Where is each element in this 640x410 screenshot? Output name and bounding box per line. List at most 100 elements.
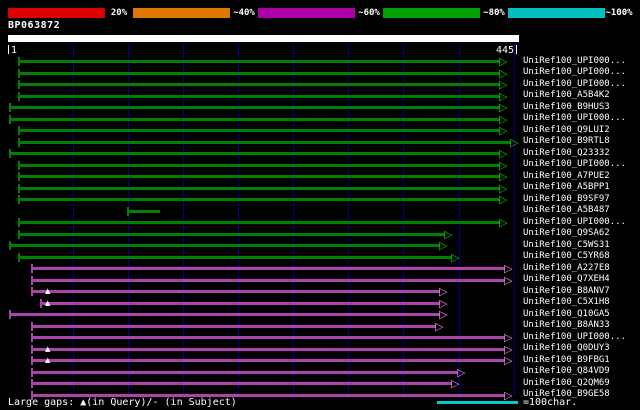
colorbar-label: ~100% bbox=[605, 8, 633, 18]
alignment-bar[interactable] bbox=[31, 347, 505, 351]
alignment-bar[interactable] bbox=[9, 313, 440, 316]
alignment-end-arrow-icon: ▷ bbox=[504, 273, 513, 287]
alignment-bar[interactable] bbox=[40, 301, 440, 305]
scale-legend-label: =100char. bbox=[523, 397, 578, 408]
colorbar-label: ~40% bbox=[233, 8, 255, 18]
subject-label: UniRef100_C5YR68 bbox=[523, 251, 610, 261]
alignment-bar[interactable] bbox=[31, 324, 436, 328]
query-name: BP063872 bbox=[8, 20, 61, 31]
subject-label: UniRef100_Q0DUY3 bbox=[523, 343, 610, 353]
alignment-end-arrow-icon: ▷ bbox=[499, 181, 508, 195]
subject-label: UniRef100_Q23332 bbox=[523, 147, 610, 158]
alignment-bar[interactable] bbox=[18, 140, 511, 144]
alignment-end-arrow-icon: ▷ bbox=[499, 55, 508, 68]
subject-label: UniRef100_UPI000... bbox=[523, 216, 626, 227]
alignment-end-arrow-icon: ▷ bbox=[435, 319, 444, 333]
alignment-end-arrow-icon: ▷ bbox=[439, 308, 448, 321]
subject-label: UniRef100_B8ANV7 bbox=[523, 285, 610, 296]
alignment-bar[interactable] bbox=[9, 152, 500, 155]
alignment-end-arrow-icon: ▷ bbox=[504, 354, 513, 367]
alignment-bar[interactable] bbox=[18, 83, 500, 86]
alignment-bar[interactable] bbox=[18, 175, 500, 178]
alignment-bar[interactable] bbox=[31, 278, 505, 282]
alignment-bar[interactable] bbox=[31, 382, 452, 385]
alignment-bar[interactable] bbox=[9, 106, 500, 109]
scale-bar-icon bbox=[437, 401, 518, 404]
colorbar-label: ~80% bbox=[483, 8, 505, 18]
coord-start: 1 bbox=[11, 45, 18, 56]
alignment-end-arrow-icon: ▷ bbox=[499, 193, 508, 206]
alignment-end-arrow-icon: ▷ bbox=[504, 388, 513, 402]
alignment-end-arrow-icon: ▷ bbox=[499, 216, 508, 229]
colorbar-label: ~60% bbox=[358, 8, 380, 18]
subject-label: UniRef100_A5B4K2 bbox=[523, 90, 610, 100]
coord-end-tick bbox=[516, 45, 517, 54]
alignment-end-arrow-icon: ▷ bbox=[510, 135, 519, 149]
alignment-end-arrow-icon: ▷ bbox=[451, 377, 460, 390]
alignment-bar[interactable] bbox=[18, 163, 500, 167]
colorbar-segment bbox=[258, 8, 355, 18]
alignment-end-arrow-icon: ▷ bbox=[499, 78, 508, 91]
colorbar-label: 20% bbox=[110, 8, 128, 18]
gap-marker-icon: ▲ bbox=[45, 356, 51, 364]
alignment-bar[interactable] bbox=[31, 290, 440, 293]
alignment-bar[interactable] bbox=[18, 129, 500, 132]
subject-label: UniRef100_A7PUE2 bbox=[523, 170, 610, 181]
colorbar-segment bbox=[133, 8, 230, 18]
alignment-bar[interactable] bbox=[18, 186, 500, 190]
gap-marker-icon: ▲ bbox=[45, 287, 51, 295]
alignment-end-arrow-icon: ▷ bbox=[439, 239, 448, 252]
subject-label: UniRef100_UPI000... bbox=[523, 331, 626, 342]
alignment-bar[interactable] bbox=[18, 255, 452, 259]
large-gaps-legend: Large gaps: ▲(in Query)/- (in Subject) bbox=[8, 397, 237, 408]
subject-label: UniRef100_UPI000... bbox=[523, 159, 626, 169]
blast-alignment-overview: 20% ~40% ~60% ~80% ~100% BP063872 1 445 ▷ Uni… bbox=[0, 0, 640, 410]
alignment-end-arrow-icon: ▷ bbox=[504, 342, 513, 356]
alignment-end-arrow-icon: ▷ bbox=[504, 262, 513, 275]
alignment-end-arrow-icon: ▷ bbox=[499, 124, 508, 137]
gap-marker-icon: ▲ bbox=[45, 344, 51, 353]
subject-label: UniRef100_Q2QM69 bbox=[523, 377, 610, 388]
gap-marker-icon: ▲ bbox=[45, 298, 51, 307]
subject-label: UniRef100_B9HUS3 bbox=[523, 101, 610, 112]
alignment-bar[interactable] bbox=[127, 209, 160, 213]
subject-label: UniRef100_B9FBG1 bbox=[523, 354, 610, 365]
subject-label: UniRef100_C5WS31 bbox=[523, 239, 610, 250]
alignment-bar[interactable] bbox=[18, 221, 500, 224]
alignment-bar[interactable] bbox=[18, 60, 500, 63]
subject-label: UniRef100_Q9SA62 bbox=[523, 228, 610, 238]
alignment-end-arrow-icon: ▷ bbox=[499, 101, 508, 114]
subject-label: UniRef100_UPI000... bbox=[523, 78, 626, 89]
alignment-bar[interactable] bbox=[18, 198, 500, 201]
alignment-end-arrow-icon: ▷ bbox=[444, 227, 453, 241]
subject-label: UniRef100_Q9LUI2 bbox=[523, 124, 610, 135]
alignment-bar[interactable] bbox=[31, 267, 505, 270]
gridline bbox=[514, 44, 515, 396]
coord-start-tick bbox=[8, 45, 9, 54]
alignment-bar[interactable] bbox=[18, 71, 500, 75]
alignment-bar[interactable] bbox=[18, 94, 500, 98]
alignment-end-arrow-icon: ▷ bbox=[451, 250, 460, 264]
alignment-bar[interactable] bbox=[31, 370, 458, 374]
colorbar-segment bbox=[383, 8, 480, 18]
alignment-bar[interactable] bbox=[9, 117, 500, 121]
identity-colorbar: 20% ~40% ~60% ~80% ~100% bbox=[8, 8, 633, 18]
subject-label: UniRef100_B9RTL8 bbox=[523, 136, 610, 146]
alignment-end-arrow-icon: ▷ bbox=[499, 89, 508, 103]
subject-label: UniRef100_B8AN33 bbox=[523, 320, 610, 330]
alignment-plot: 1 445 ▷ UniRef100_UPI000... ▷ UniRef100_UPI… bbox=[0, 44, 640, 404]
alignment-bar[interactable] bbox=[31, 336, 505, 339]
subject-label: UniRef100_A5BPP1 bbox=[523, 182, 610, 192]
subject-label: UniRef100_UPI000... bbox=[523, 55, 626, 66]
subject-label: UniRef100_A5B487 bbox=[523, 205, 610, 215]
alignment-bar[interactable] bbox=[9, 244, 440, 247]
subject-label: UniRef100_Q10GA5 bbox=[523, 308, 610, 319]
subject-label: UniRef100_Q84VD9 bbox=[523, 366, 610, 376]
alignment-end-arrow-icon: ▷ bbox=[499, 158, 508, 172]
alignment-bar[interactable] bbox=[18, 232, 445, 236]
colorbar-segment bbox=[8, 8, 105, 18]
alignment-end-arrow-icon: ▷ bbox=[439, 296, 448, 310]
alignment-bar[interactable] bbox=[31, 359, 505, 362]
alignment-end-arrow-icon: ▷ bbox=[439, 285, 448, 298]
subject-label: UniRef100_A227E8 bbox=[523, 262, 610, 273]
